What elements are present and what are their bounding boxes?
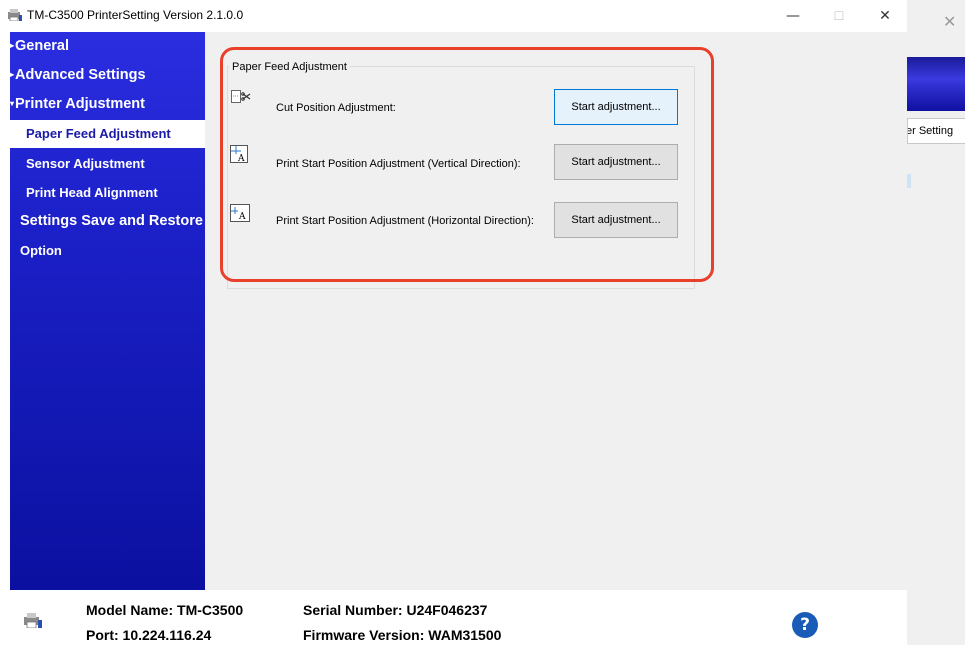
window-title: TM-C3500 PrinterSetting Version 2.1.0.0	[27, 8, 244, 22]
sidebar: ▸General ▸Advanced Settings ▾Printer Adj…	[10, 32, 205, 590]
background-selection-mark	[907, 174, 911, 188]
maximize-button[interactable]: ☐	[824, 6, 854, 26]
port: Port: 10.224.116.24	[86, 627, 212, 643]
expand-arrow-icon: ▸	[10, 70, 15, 79]
sidebar-item-label: Advanced Settings	[15, 67, 146, 83]
sidebar-item-printer-adjustment[interactable]: ▾Printer Adjustment	[10, 96, 145, 112]
printer-setting-window: TM-C3500 PrinterSetting Version 2.1.0.0 …	[0, 0, 907, 645]
sidebar-item-label: Option	[20, 243, 62, 258]
sidebar-item-paper-feed-adjustment[interactable]: Paper Feed Adjustment	[10, 120, 205, 148]
collapse-arrow-icon: ▾	[10, 99, 15, 108]
background-header-band	[907, 57, 965, 111]
sidebar-item-advanced-settings[interactable]: ▸Advanced Settings	[10, 67, 146, 83]
sidebar-item-label: Printer Adjustment	[15, 96, 145, 112]
printer-icon	[24, 613, 42, 628]
sidebar-item-sensor-adjustment[interactable]: Sensor Adjustment	[26, 156, 145, 171]
sidebar-item-option[interactable]: Option	[20, 243, 62, 258]
help-icon[interactable]: ?	[792, 612, 818, 638]
sidebar-item-print-head-alignment[interactable]: Print Head Alignment	[26, 185, 158, 200]
sidebar-item-label: Paper Feed Adjustment	[26, 126, 171, 141]
expand-arrow-icon: ▸	[10, 41, 15, 50]
title-bar: TM-C3500 PrinterSetting Version 2.1.0.0 …	[0, 0, 907, 32]
sidebar-item-general[interactable]: ▸General	[10, 38, 69, 54]
highlight-annotation	[220, 47, 714, 282]
firmware-version: Firmware Version: WAM31500	[303, 627, 502, 643]
sidebar-item-label: Sensor Adjustment	[26, 156, 145, 171]
sidebar-item-settings-save-and-restore[interactable]: Settings Save and Restore	[20, 213, 203, 229]
sidebar-item-label: General	[15, 38, 70, 54]
background-close-icon[interactable]: ✕	[943, 12, 956, 31]
sidebar-item-label: Settings Save and Restore	[20, 213, 203, 229]
background-tab[interactable]: er Setting	[907, 118, 965, 144]
minimize-button[interactable]: —	[778, 6, 808, 26]
model-name: Model Name: TM-C3500	[86, 602, 244, 618]
background-window: ✕ er Setting	[907, 0, 965, 645]
sidebar-item-label: Print Head Alignment	[26, 185, 158, 200]
status-footer: Model Name: TM-C3500 Port: 10.224.116.24…	[0, 590, 907, 645]
printer-app-icon	[8, 9, 22, 21]
serial-number: Serial Number: U24F046237	[303, 602, 488, 618]
background-tab-label: er Setting	[907, 125, 954, 137]
close-button[interactable]: ✕	[870, 6, 900, 26]
